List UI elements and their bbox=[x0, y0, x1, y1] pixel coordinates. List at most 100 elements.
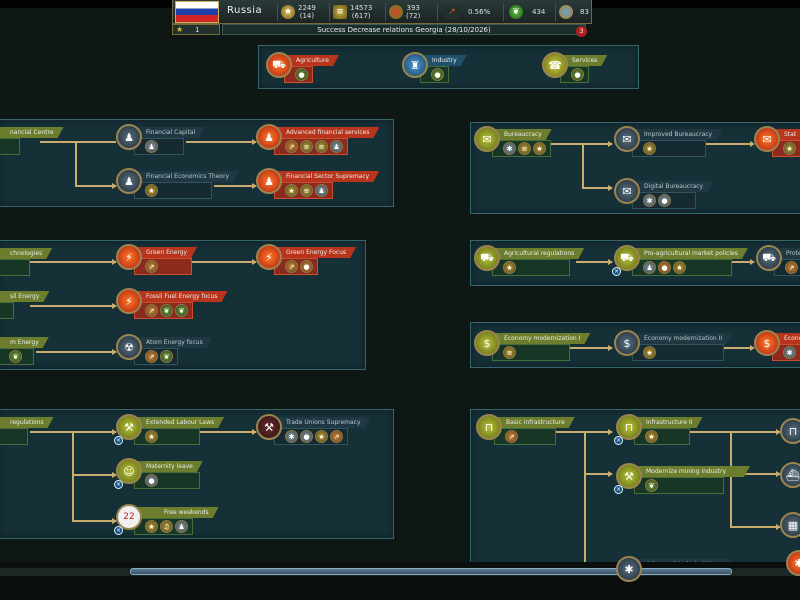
connector-arrow bbox=[608, 259, 613, 265]
node-label: chnologies bbox=[0, 248, 52, 259]
node-tray: ★ bbox=[134, 428, 200, 445]
tech-financial-centre[interactable]: nancial Centre bbox=[0, 124, 88, 164]
resource-bar: Russia ★ 2249 (14) ≡ 14573 (617) 393 (72) ↗… bbox=[172, 0, 592, 24]
resource-prestige[interactable]: ★ 2249 (14) bbox=[281, 2, 316, 22]
tech-fossil-fuel-energy-focus[interactable]: ⚡ Fossil Fuel Energy focus ↗ ❦ ❦ bbox=[116, 288, 226, 328]
connector-line bbox=[730, 526, 780, 528]
tech-bureaucracy[interactable]: ✉ Bureaucracy ✱ ≡ ★ bbox=[474, 126, 584, 166]
tech-economy-modernization-2[interactable]: $ Economy modernization II ★ bbox=[614, 330, 724, 370]
close-icon[interactable]: × bbox=[612, 267, 621, 276]
tech-improved-bureaucracy[interactable]: ✉ Improved Bureaucracy ★ bbox=[614, 126, 724, 166]
star-icon: ★ bbox=[281, 5, 295, 19]
category-agriculture[interactable]: ⛟ Agriculture ● bbox=[266, 52, 376, 92]
resource-growth[interactable]: ↗ 0.56% bbox=[445, 2, 490, 22]
node-label: Bureaucracy bbox=[492, 129, 552, 140]
tech-maternity-leave[interactable]: ☺ Maternity leave ● × bbox=[114, 458, 226, 498]
node-label: Improved Bureaucracy bbox=[632, 129, 722, 140]
document-icon: ✉ bbox=[474, 126, 500, 152]
close-icon[interactable]: × bbox=[114, 480, 123, 489]
tech-pro-agricultural-market-policies[interactable]: ⛟ Pro-agricultural market policies ♟ ● ★ × bbox=[612, 245, 724, 285]
close-icon[interactable]: × bbox=[614, 485, 623, 494]
tech-digital-bureaucracy[interactable]: ✉ Digital Bureaucracy ✱ ● bbox=[614, 178, 724, 218]
money-icon: ≡ bbox=[300, 140, 313, 153]
notification-count-badge[interactable]: 3 bbox=[576, 26, 587, 37]
tech-financial-sector-supremacy[interactable]: ♟ Financial Sector Supremacy ★ ≡ ♟ bbox=[256, 168, 366, 208]
node-label: regulations bbox=[0, 417, 54, 428]
node-tray: ❦ bbox=[634, 477, 724, 494]
close-icon[interactable]: × bbox=[114, 436, 123, 445]
gear-icon: ✱ bbox=[643, 194, 656, 207]
tech-trade-unions-supremacy[interactable]: ⚒ Trade Unions Supremacy ✱ ● ★ ↗ bbox=[256, 414, 366, 454]
tech-infrastructure-3[interactable]: ⊓ bbox=[780, 418, 800, 458]
tech-advanced-financial-services[interactable]: ♟ Advanced financial services ↗ ≡ ≡ ♟ bbox=[256, 124, 366, 164]
node-label: Pro-agricultural market policies bbox=[632, 248, 748, 259]
tech-green-energy-focus[interactable]: ⚡ Green Energy Focus ↗ ● bbox=[256, 244, 366, 284]
music-icon: ♫ bbox=[160, 520, 173, 533]
level-indicator[interactable]: ★ 1 bbox=[172, 24, 220, 35]
tech-stat[interactable]: ✉ Stat ★ bbox=[754, 126, 800, 166]
tech-modernize-mining-industry[interactable]: ⚒ Modernize mining industry ❦ × bbox=[614, 463, 726, 503]
divider bbox=[503, 3, 504, 21]
gear-icon: ✱ bbox=[503, 142, 516, 155]
tech-infrastructure-2[interactable]: ⊓ Infrastructure II ★ × bbox=[614, 414, 726, 454]
gear-icon: ✱ bbox=[616, 556, 642, 582]
tech-financial-capital[interactable]: ♟ Financial Capital ♟ bbox=[116, 124, 226, 164]
resource-environment[interactable]: ❦ 434 bbox=[509, 2, 545, 22]
resource-value: 393 bbox=[406, 4, 420, 12]
russia-flag-icon[interactable] bbox=[175, 1, 219, 23]
tech-atom-energy[interactable]: m Energy ❦ bbox=[0, 334, 88, 374]
divider bbox=[555, 3, 556, 21]
banker-icon: ♟ bbox=[330, 140, 343, 153]
tech-economy-modernization-1[interactable]: $ Economy modernization I ≡ bbox=[474, 330, 584, 370]
tech-labour-regulations[interactable]: regulations bbox=[0, 414, 88, 454]
node-label: Fossil Fuel Energy focus bbox=[134, 291, 228, 302]
growth-icon: ↗ bbox=[145, 350, 158, 363]
category-industry[interactable]: ♜ Industry ● bbox=[402, 52, 512, 92]
resource-value: 14573 bbox=[350, 4, 373, 12]
node-label: Green Energy bbox=[134, 247, 197, 258]
node-tray: ♟ ● ★ bbox=[632, 259, 732, 276]
resource-population[interactable]: 83 bbox=[559, 2, 589, 22]
node-label: Economy modernization II bbox=[632, 333, 732, 344]
tech-technologies[interactable]: chnologies bbox=[0, 245, 88, 285]
tech-atom-energy-focus[interactable]: ☢ Atom Energy focus ↗ ❦ bbox=[116, 334, 226, 374]
food-icon: ● bbox=[571, 68, 584, 81]
node-tray: ★ bbox=[634, 428, 690, 445]
tech-infrastructure-urban[interactable]: ▦ bbox=[780, 512, 800, 552]
tech-infrastructure-transport[interactable]: ⛴ bbox=[780, 462, 800, 502]
node-label: sil Energy bbox=[0, 291, 49, 302]
close-icon[interactable]: × bbox=[114, 526, 123, 535]
growth-icon: ↗ bbox=[285, 260, 298, 273]
node-label: Free weekends bbox=[134, 507, 219, 518]
lightning-icon: ⚡ bbox=[116, 244, 142, 270]
close-icon[interactable]: × bbox=[614, 436, 623, 445]
star-icon: ★ bbox=[176, 25, 184, 34]
node-tray bbox=[0, 138, 20, 155]
node-label: Agriculture bbox=[284, 55, 339, 66]
tech-financial-economics-theory[interactable]: ♟ Financial Economics Theory ★ bbox=[116, 168, 226, 208]
tech-protectionism[interactable]: ⛟ Protecti ↗ bbox=[756, 245, 800, 285]
node-label: Financial Capital bbox=[134, 127, 205, 138]
notification-bar[interactable]: Success Decrease relations Georgia (28/1… bbox=[222, 24, 586, 35]
tech-fossil-energy[interactable]: sil Energy bbox=[0, 288, 88, 328]
growth-icon: ↗ bbox=[785, 261, 798, 274]
category-services[interactable]: ☎ Services ● bbox=[542, 52, 652, 92]
tech-basic-infrastructure[interactable]: ⊓ Basic infrastructure ↗ bbox=[476, 414, 586, 454]
resource-food[interactable]: 393 (72) bbox=[389, 2, 420, 22]
node-label: Advanced financial services bbox=[274, 127, 379, 138]
tech-agricultural-regulations[interactable]: ⛟ Agricultural regulations ★ bbox=[474, 245, 584, 285]
resource-money[interactable]: ≡ 14573 (617) bbox=[333, 2, 372, 22]
node-tray bbox=[0, 259, 30, 276]
tech-extended-labour-laws[interactable]: ⚒ Extended Labour Laws ★ × bbox=[114, 414, 226, 454]
star-icon: ★ bbox=[145, 184, 158, 197]
person-icon: ♟ bbox=[643, 261, 656, 274]
tech-economy-modernization-3[interactable]: $ Econom ✱ bbox=[754, 330, 800, 370]
node-tray: ❦ bbox=[0, 348, 34, 365]
node-label: Trade Unions Supremacy bbox=[274, 417, 371, 428]
star-icon: ★ bbox=[643, 142, 656, 155]
radiation-icon: ☢ bbox=[116, 334, 142, 360]
banker-icon: ♟ bbox=[116, 168, 142, 194]
tech-free-weekends[interactable]: 22 Free weekends ★ ♫ ♟ × bbox=[114, 504, 226, 544]
node-tray: ★ bbox=[632, 344, 724, 361]
tech-green-energy[interactable]: ⚡ Green Energy ↗ bbox=[116, 244, 226, 284]
